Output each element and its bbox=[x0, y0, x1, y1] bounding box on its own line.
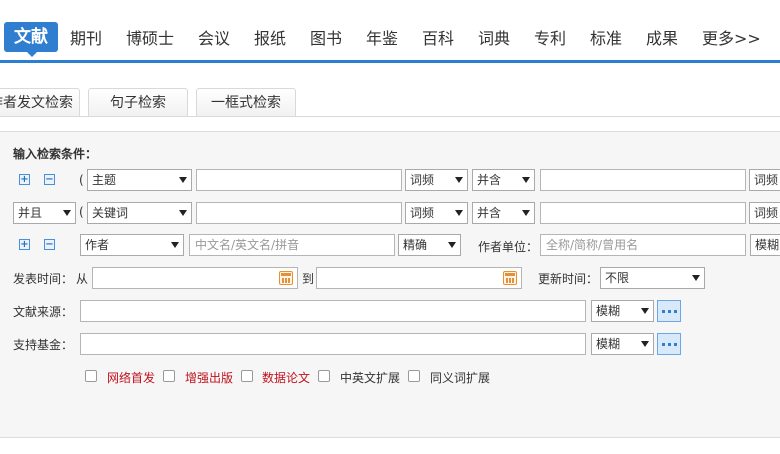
top-nav: 文献 期刊 博硕士 会议 报纸 图书 年鉴 百科 词典 专利 标准 成果 更多>… bbox=[0, 0, 780, 64]
date-to-label: 到 bbox=[302, 272, 315, 286]
minus-square-icon[interactable]: − bbox=[44, 174, 55, 185]
update-time-value: 不限 bbox=[605, 271, 630, 285]
author-field-select[interactable]: 作者 bbox=[80, 234, 184, 256]
source-input[interactable] bbox=[80, 300, 586, 322]
nav-item-biaozhun[interactable]: 标准 bbox=[590, 25, 622, 49]
tab-one-box-search[interactable]: 一框式检索 bbox=[196, 88, 296, 116]
nav-item-tushu[interactable]: 图书 bbox=[310, 25, 342, 49]
fund-label: 支持基金： bbox=[13, 338, 74, 352]
dropdown-arrow-icon bbox=[179, 177, 187, 183]
dropdown-arrow-icon bbox=[692, 275, 700, 281]
nav-item-nianjian[interactable]: 年鉴 bbox=[366, 25, 398, 49]
nav-item-wenxian[interactable]: 文献 bbox=[4, 22, 58, 57]
checkbox-cn-en-expand[interactable] bbox=[318, 370, 330, 382]
field-select-value: 主题 bbox=[92, 173, 117, 187]
plus-square-icon[interactable]: + bbox=[19, 239, 30, 250]
open-paren: ( bbox=[79, 173, 84, 187]
update-time-select[interactable]: 不限 bbox=[600, 267, 705, 289]
tab-sentence-search[interactable]: 句子检索 bbox=[88, 88, 188, 116]
nav-item-boshuoshi[interactable]: 博硕士 bbox=[126, 25, 174, 49]
source-match-value: 模糊 bbox=[596, 304, 621, 318]
dropdown-arrow-icon bbox=[641, 341, 649, 347]
freq-select-2[interactable]: 词频 bbox=[749, 169, 780, 191]
nav-item-more[interactable]: 更多>> bbox=[702, 25, 761, 49]
author-input[interactable]: 中文名/英文名/拼音 bbox=[189, 234, 395, 256]
author-field-value: 作者 bbox=[85, 238, 110, 252]
dropdown-arrow-icon bbox=[448, 242, 456, 248]
minus-square-icon[interactable]: − bbox=[44, 239, 55, 250]
checkbox-online-first-label: 网络首发 bbox=[107, 371, 156, 385]
nav-item-qikan[interactable]: 期刊 bbox=[70, 25, 102, 49]
dropdown-arrow-icon bbox=[522, 210, 530, 216]
term-input-2[interactable] bbox=[540, 202, 746, 224]
checkbox-synonym-expand-label: 同义词扩展 bbox=[430, 371, 491, 385]
date-from-input[interactable] bbox=[92, 267, 298, 289]
more-dots-icon[interactable] bbox=[657, 300, 681, 322]
nav-item-huiyi[interactable]: 会议 bbox=[198, 25, 230, 49]
field-select-value: 关键词 bbox=[92, 206, 129, 220]
term-input[interactable] bbox=[196, 202, 402, 224]
dropdown-arrow-icon bbox=[171, 242, 179, 248]
dropdown-arrow-icon bbox=[522, 177, 530, 183]
author-unit-input[interactable]: 全称/简称/曾用名 bbox=[540, 234, 746, 256]
nav-item-zhuanli[interactable]: 专利 bbox=[534, 25, 566, 49]
dropdown-arrow-icon bbox=[455, 210, 463, 216]
calendar-icon[interactable] bbox=[503, 271, 517, 285]
fund-match-select[interactable]: 模糊 bbox=[591, 333, 654, 355]
nav-item-chengguo[interactable]: 成果 bbox=[646, 25, 678, 49]
source-match-select[interactable]: 模糊 bbox=[591, 300, 654, 322]
tab-author-search[interactable]: 作者发文检索 bbox=[0, 88, 80, 116]
nav-item-baozhi[interactable]: 报纸 bbox=[254, 25, 286, 49]
checkbox-data-paper[interactable] bbox=[241, 370, 253, 382]
combine-select-value: 并含 bbox=[477, 206, 502, 220]
field-select[interactable]: 主题 bbox=[87, 169, 192, 191]
update-time-label: 更新时间： bbox=[538, 272, 599, 286]
dropdown-arrow-icon bbox=[63, 210, 71, 216]
term-input-2[interactable] bbox=[540, 169, 746, 191]
checkbox-enhanced-publish[interactable] bbox=[163, 370, 175, 382]
freq-select-value: 词频 bbox=[410, 173, 435, 187]
author-match-select[interactable]: 精确 bbox=[398, 234, 461, 256]
logic-select[interactable]: 并且 bbox=[13, 202, 76, 224]
checkbox-synonym-expand[interactable] bbox=[408, 370, 420, 382]
freq-select-value: 词频 bbox=[410, 206, 435, 220]
plus-square-icon[interactable]: + bbox=[19, 174, 30, 185]
fund-input[interactable] bbox=[80, 333, 586, 355]
nav-item-baike[interactable]: 百科 bbox=[422, 25, 454, 49]
author-match-value: 精确 bbox=[403, 238, 428, 252]
form-title: 输入检索条件： bbox=[13, 147, 98, 161]
logic-select-value: 并且 bbox=[18, 206, 43, 220]
dropdown-arrow-icon bbox=[179, 210, 187, 216]
combine-select[interactable]: 并含 bbox=[472, 202, 535, 224]
combine-select[interactable]: 并含 bbox=[472, 169, 535, 191]
checkbox-online-first[interactable] bbox=[85, 370, 97, 382]
term-input[interactable] bbox=[196, 169, 402, 191]
source-label: 文献来源： bbox=[13, 305, 74, 319]
open-paren: ( bbox=[79, 205, 84, 219]
freq-select[interactable]: 词频 bbox=[405, 169, 468, 191]
date-from-label: 从 bbox=[76, 272, 89, 286]
unit-match-value: 模糊 bbox=[755, 238, 780, 252]
unit-match-select[interactable]: 模糊 bbox=[750, 234, 780, 256]
dropdown-arrow-icon bbox=[455, 177, 463, 183]
tab-divider bbox=[0, 116, 780, 117]
more-dots-icon[interactable] bbox=[657, 333, 681, 355]
author-unit-label: 作者单位： bbox=[478, 240, 539, 254]
checkbox-enhanced-publish-label: 增强出版 bbox=[185, 371, 234, 385]
freq-select-2[interactable]: 词频 bbox=[749, 202, 780, 224]
date-to-input[interactable] bbox=[316, 267, 522, 289]
nav-underline bbox=[0, 60, 780, 63]
field-select[interactable]: 关键词 bbox=[87, 202, 192, 224]
freq-select-2-value: 词频 bbox=[754, 206, 779, 220]
publish-date-label: 发表时间： bbox=[13, 272, 74, 286]
calendar-icon[interactable] bbox=[279, 271, 293, 285]
freq-select-2-value: 词频 bbox=[754, 173, 779, 187]
fund-match-value: 模糊 bbox=[596, 337, 621, 351]
combine-select-value: 并含 bbox=[477, 173, 502, 187]
nav-item-cidian[interactable]: 词典 bbox=[478, 25, 510, 49]
dropdown-arrow-icon bbox=[641, 308, 649, 314]
checkbox-cn-en-expand-label: 中英文扩展 bbox=[340, 371, 401, 385]
freq-select[interactable]: 词频 bbox=[405, 202, 468, 224]
checkbox-data-paper-label: 数据论文 bbox=[262, 371, 311, 385]
